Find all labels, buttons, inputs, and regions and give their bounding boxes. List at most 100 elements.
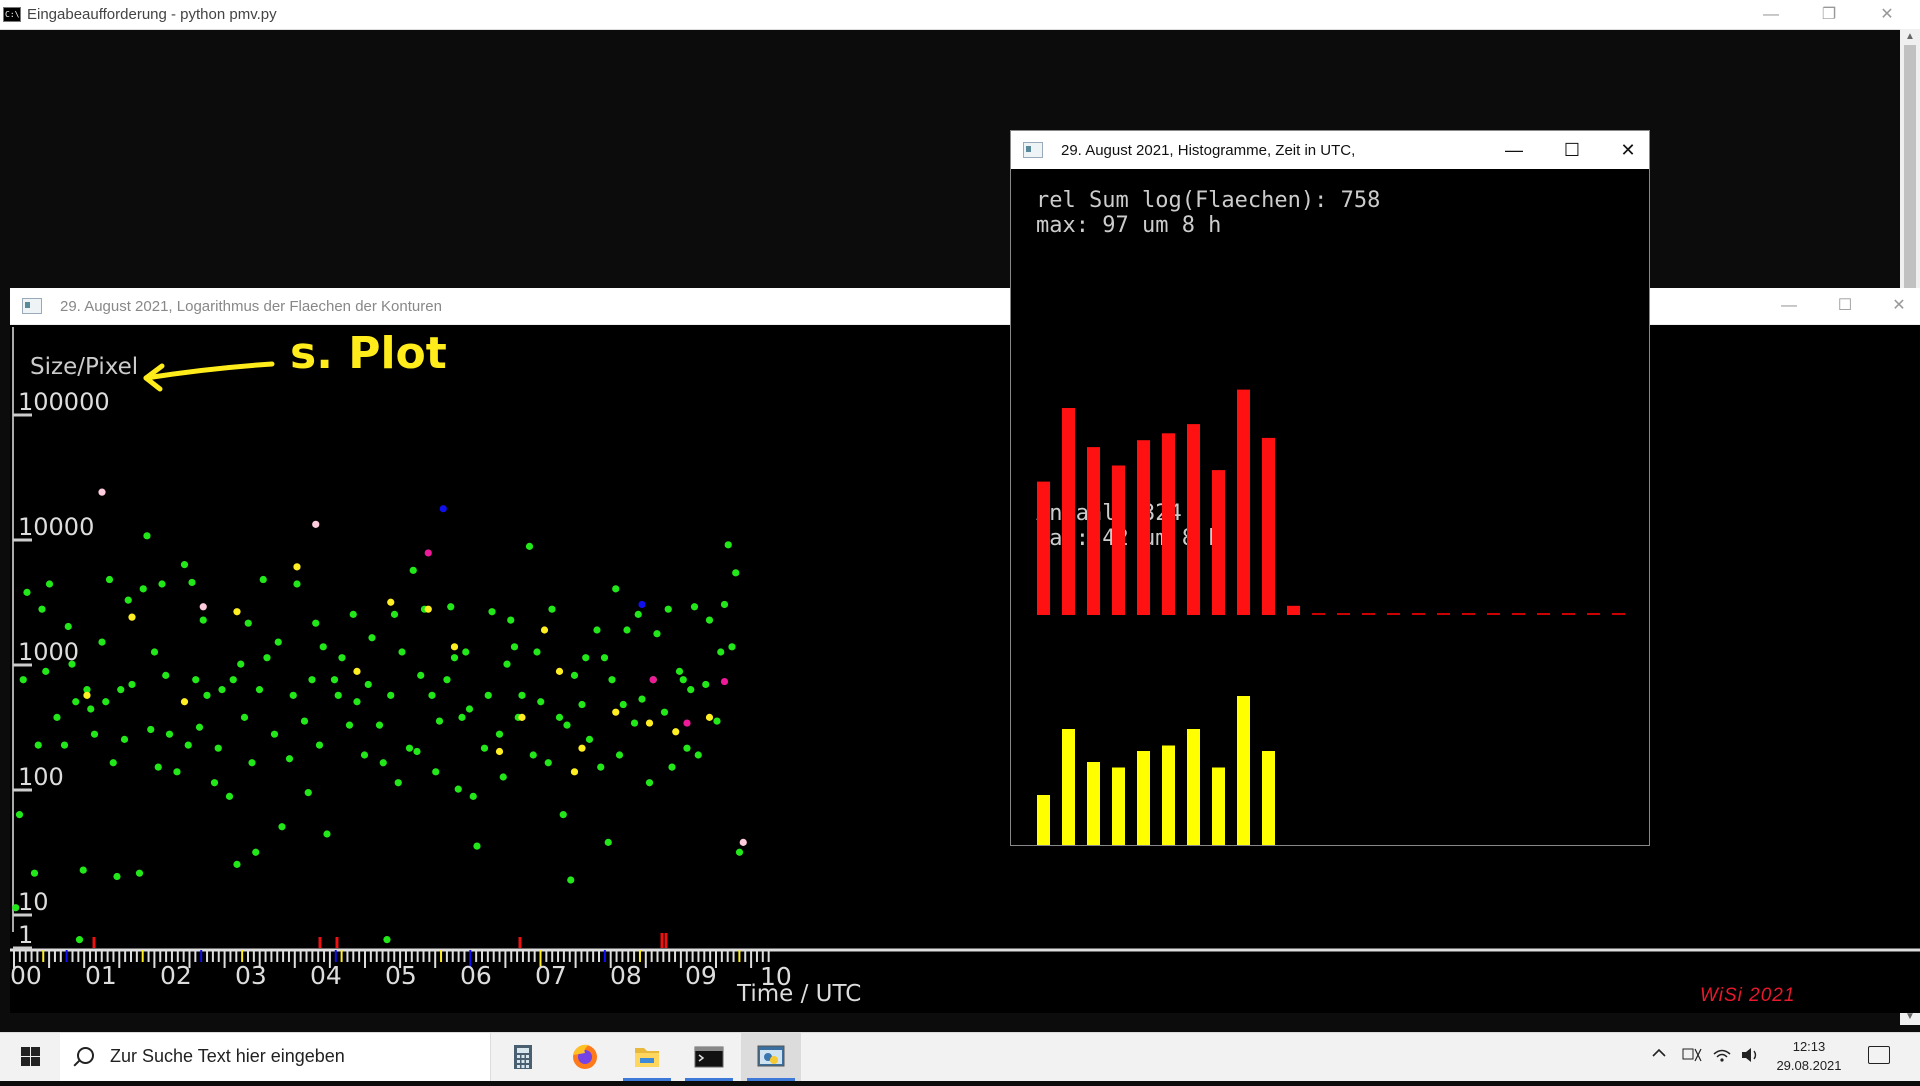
x-tick-label: 02 [160,961,192,990]
histogram-bar [1112,767,1125,845]
notification-icon[interactable] [1868,1046,1890,1064]
scatter-point [578,700,586,709]
scatter-point [413,747,421,756]
keyboard-icon[interactable] [1682,1046,1702,1067]
histogram-bar [1162,433,1175,615]
scatter-point [38,605,46,613]
scatter-point [173,768,181,776]
console-titlebar[interactable]: C:\ Eingabeaufforderung - python pmv.py … [0,0,1920,30]
start-button[interactable] [0,1033,60,1081]
scatter-point [162,671,170,679]
x-tick-label: 08 [610,961,642,990]
scatter-point [158,580,166,588]
file-explorer-taskbar-button[interactable] [617,1033,677,1081]
histogram-bar [1062,408,1075,615]
scatter-point [319,643,327,651]
scatter-point [578,744,586,752]
scatter-point [188,578,196,587]
scatter-point [612,708,620,716]
chevron-up-icon[interactable] [1652,1046,1666,1063]
scatter-point [510,643,519,651]
scatter-point [499,773,507,781]
histogram-minimize-button[interactable]: — [1485,131,1543,169]
scatter-point [630,719,639,727]
scatter-point [259,575,267,584]
scatter-point [128,680,136,689]
scatter-point [728,643,736,651]
scatter-point [15,811,24,819]
scatter-point [109,759,117,767]
scatter-point [323,830,331,838]
scatter-point [398,648,406,656]
terminal-icon [694,1046,724,1068]
histogram-maximize-button[interactable]: ☐ [1543,131,1601,169]
scroll-up-arrow-icon[interactable]: ▲ [1900,29,1920,45]
plot-close-button[interactable]: ✕ [1876,291,1920,320]
taskbar-clock[interactable]: 12:13 29.08.2021 [1774,1037,1844,1075]
plot-minimize-button[interactable]: — [1766,291,1812,320]
windows-logo-icon [21,1047,30,1056]
scatter-point [315,741,324,749]
histogram-close-button[interactable]: ✕ [1599,131,1657,169]
scatter-point [87,705,95,713]
scatter-point [495,730,504,738]
scatter-point [83,691,91,699]
scatter-point [597,763,605,771]
console-restore-button[interactable]: ❐ [1806,0,1852,29]
calculator-taskbar-button[interactable] [493,1033,553,1081]
x-tick-label: 05 [385,961,417,990]
wifi-icon[interactable] [1712,1046,1732,1067]
console-minimize-button[interactable]: — [1748,0,1794,29]
scatter-point [135,869,144,877]
console-close-button[interactable]: ✕ [1864,0,1910,29]
scatter-point [480,744,489,752]
scatter-point [612,585,620,593]
scatter-point [237,660,245,668]
scatter-point [488,608,496,616]
scatter-point [634,610,642,618]
y-tick-label: 10000 [18,513,94,541]
scatter-point [638,600,646,609]
scatter-point [390,610,399,618]
python-icon [757,1045,785,1067]
taskbar-search-box[interactable]: Zur Suche Text hier eingeben [60,1033,491,1081]
y-tick-label: 100 [18,763,64,791]
clock-time: 12:13 [1792,1039,1826,1054]
scatter-point [559,811,567,819]
firefox-taskbar-button[interactable] [555,1033,615,1081]
scatter-point [75,936,84,944]
python-taskbar-button[interactable] [741,1033,801,1081]
scatter-point [34,741,42,749]
scatter-point [218,686,226,694]
histogram-bar [1037,481,1050,615]
scatter-point [465,705,474,713]
scatter-point [417,671,425,679]
speaker-icon[interactable] [1740,1046,1760,1067]
histogram-titlebar[interactable]: 29. August 2021, Histogramme, Zeit in UT… [1011,131,1649,169]
scatter-point [285,755,294,763]
plot-maximize-button[interactable]: ☐ [1822,291,1868,320]
scatter-point [450,643,459,651]
histogram-bar [1262,751,1275,845]
scatter-point [649,676,657,684]
scatter-point [428,691,436,699]
scatter-point [683,744,691,752]
scatter-point [199,603,207,611]
scatter-point [462,648,470,656]
scatter-point [567,876,575,884]
histogram-bar [1062,729,1075,845]
scatter-point [312,619,320,627]
terminal-taskbar-button[interactable] [679,1033,739,1081]
scatter-point [645,779,654,787]
histogram-window-title: 29. August 2021, Histogramme, Zeit in UT… [1061,142,1356,159]
plot-window-icon [22,298,42,314]
histogram-bar [1262,437,1275,615]
scatter-point [368,634,376,642]
scrollbar-thumb[interactable] [1904,45,1916,305]
scatter-point [705,713,714,721]
scatter-point [604,838,612,846]
y-tick-label: 10 [18,888,49,916]
scatter-point [615,751,624,759]
x-tick-label: 06 [460,961,492,990]
scatter-point [544,759,552,767]
